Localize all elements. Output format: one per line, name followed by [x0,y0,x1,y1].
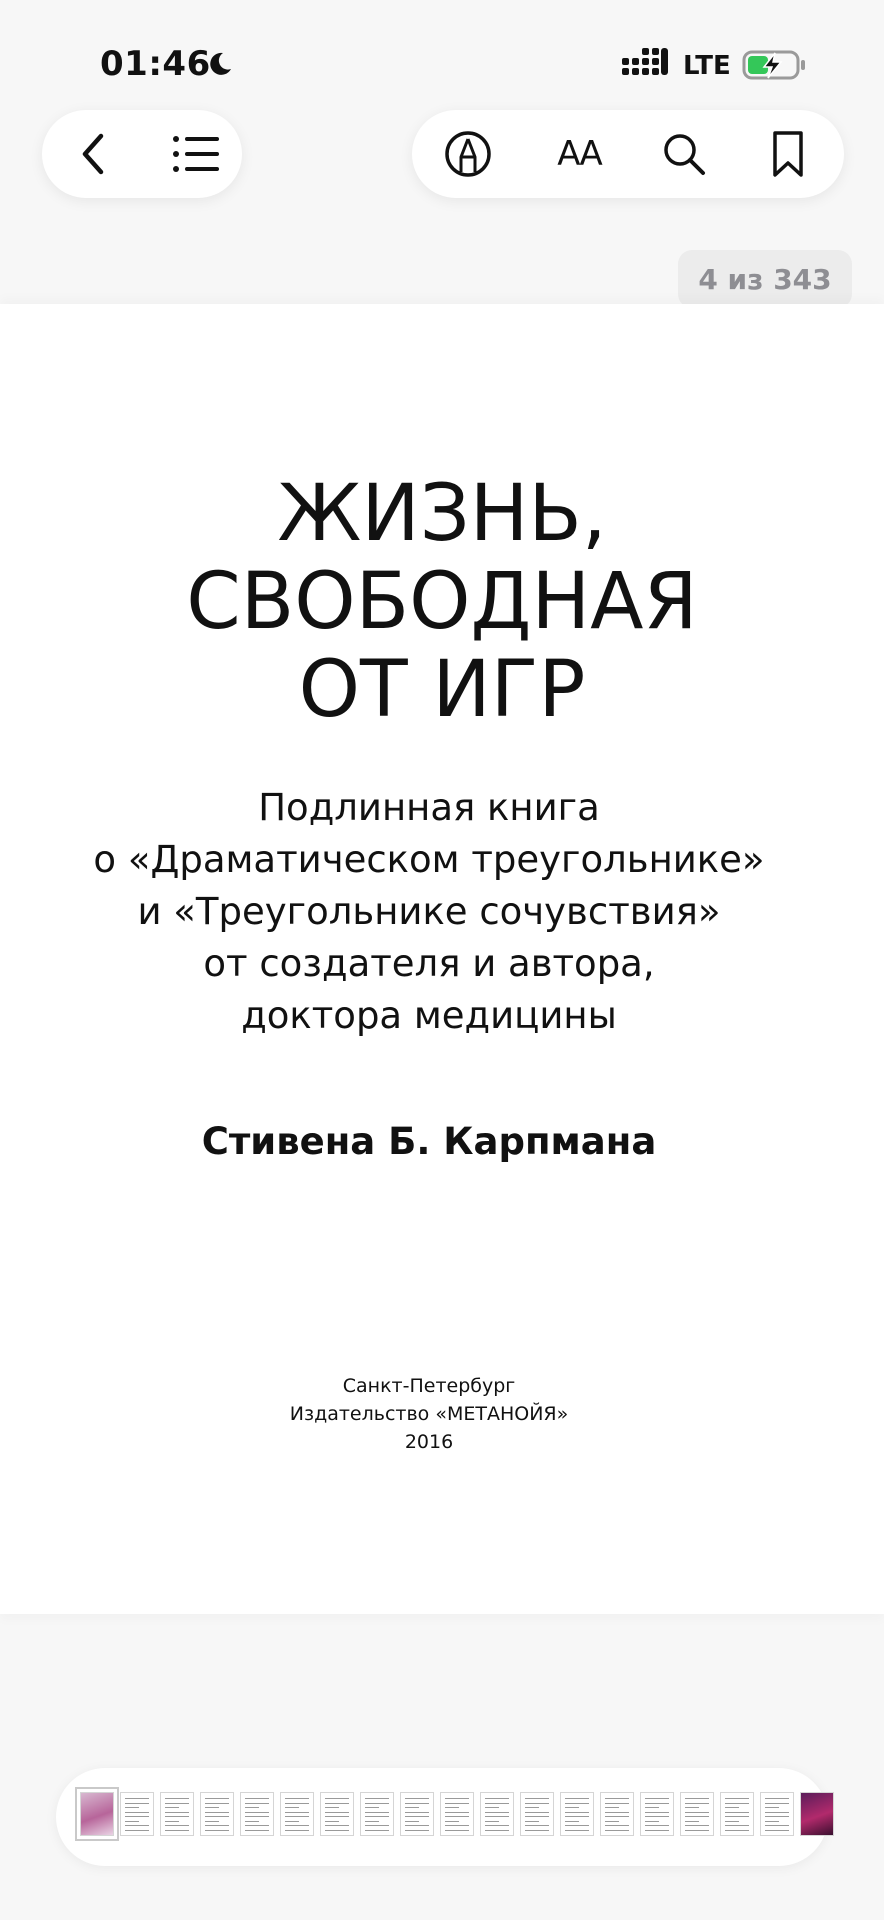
markup-button[interactable] [438,124,498,184]
back-button[interactable] [64,124,124,184]
page-thumbnail[interactable] [75,1787,119,1841]
page-thumbnail-scrubber[interactable] [56,1768,834,1866]
text-size-button[interactable]: AA [544,124,614,184]
page-counter: 4 из 343 [678,250,852,308]
imprint-year: 2016 [404,1431,454,1453]
subtitle-line: от создателя и автора, [203,942,655,985]
page-thumbnail[interactable] [320,1792,354,1836]
title-line: ОТ ИГР [298,645,586,735]
network-type: LTE [683,51,731,81]
page-thumbnail[interactable] [640,1792,674,1836]
table-of-contents-button[interactable] [166,124,226,184]
book-author: Стивена Б. Карпмана [201,1120,657,1163]
status-bar: 01:46 LTE [0,0,884,100]
book-title: ЖИЗНЬ, СВОБОДНАЯ ОТ ИГР [0,470,884,734]
toolbar-left-group [42,110,242,198]
page-thumbnail[interactable] [760,1792,794,1836]
subtitle-line: о «Драматическом треугольнике» [93,838,765,881]
subtitle-line: Подлинная книга [258,786,600,829]
moon-icon [210,52,231,75]
page-thumbnail[interactable] [800,1792,834,1836]
search-icon [664,134,705,175]
page-thumbnail[interactable] [200,1792,234,1836]
page-thumbnail[interactable] [360,1792,394,1836]
signal-bars-icon [622,48,668,75]
imprint-publisher: Издательство «МЕТАНОЙЯ» [289,1403,569,1425]
book-subtitle: Подлинная книга о «Драматическом треугол… [0,782,858,1042]
page-thumbnail[interactable] [400,1792,434,1836]
toolbar-right-group: AA [412,110,844,198]
markup-pen-icon [445,131,491,177]
page-thumbnail[interactable] [680,1792,714,1836]
bookmark-button[interactable] [758,124,818,184]
page-thumbnail[interactable] [280,1792,314,1836]
page-thumbnail[interactable] [600,1792,634,1836]
table-of-contents-icon [173,136,219,172]
page-thumbnail[interactable] [480,1792,514,1836]
search-button[interactable] [654,124,714,184]
text-size-icon: AA [557,134,602,174]
publisher-imprint: Санкт-Петербург Издательство «МЕТАНОЙЯ» … [0,1372,858,1456]
page-thumbnail[interactable] [160,1792,194,1836]
status-time: 01:46 [100,44,211,84]
subtitle-line: доктора медицины [241,994,617,1037]
back-chevron-icon [82,133,104,175]
title-line: СВОБОДНАЯ [186,557,698,647]
title-line: ЖИЗНЬ, [277,469,607,559]
page-thumbnail[interactable] [240,1792,274,1836]
page-thumbnail[interactable] [560,1792,594,1836]
bookmark-icon [773,131,803,177]
subtitle-line: и «Треугольнике сочувствия» [137,890,721,933]
page-thumbnail[interactable] [520,1792,554,1836]
imprint-city: Санкт-Петербург [342,1375,516,1397]
page-thumbnail[interactable] [120,1792,154,1836]
battery-charging-icon [742,50,805,80]
page-thumbnail[interactable] [720,1792,754,1836]
page-thumbnail[interactable] [440,1792,474,1836]
